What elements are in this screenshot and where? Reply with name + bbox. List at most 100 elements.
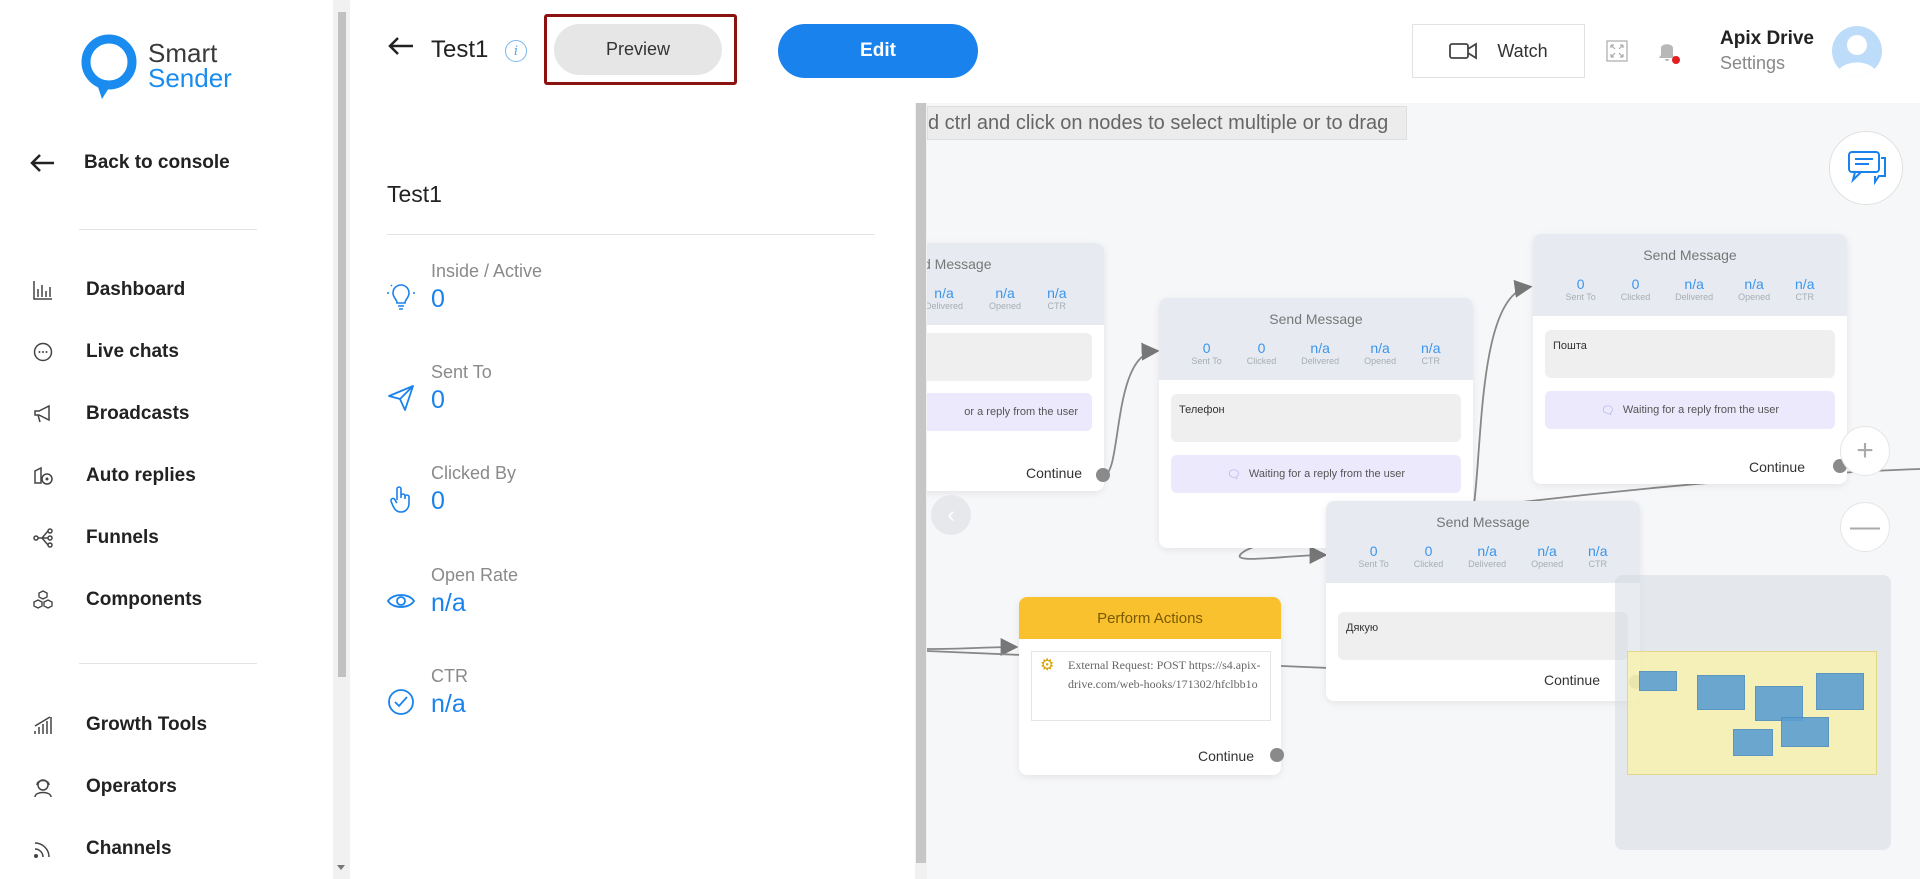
zoom-out-button[interactable]: — [1840,502,1890,552]
account-menu[interactable]: Apix Drive Settings [1720,26,1814,76]
sidebar-item-dashboard[interactable]: Dashboard [30,277,185,303]
megaphone-icon [30,401,56,427]
node-stat: n/a Opened [1738,276,1771,302]
node-continue-label: Continue [1543,672,1600,688]
node-title: Send Message [1533,234,1847,276]
node-stat: 0 Clicked [1413,543,1444,569]
send-message-node[interactable]: Send Message 0 Sent To 0 Clicked n/a Delive… [1326,501,1640,701]
info-icon[interactable]: i [505,40,527,62]
preview-button[interactable]: Preview [554,24,722,75]
flow-stats-panel: Test1 Inside / Active 0 Sent To 0 Clicke… [350,103,915,879]
sidebar-item-label: Operators [86,776,177,797]
cubes-icon [30,587,56,613]
sidebar-item-label: Live chats [86,341,179,362]
avatar[interactable] [1832,26,1882,76]
perform-actions-node[interactable]: Perform Actions ⚙ External Request: POST… [1019,597,1281,775]
notification-bell-icon[interactable] [1653,36,1683,66]
node-stat: n/a CTR [1795,276,1815,302]
auto-reply-icon [30,463,56,489]
node-continue-label: Continue [1197,748,1254,764]
arrow-left-icon [30,154,54,172]
smart-sender-logo[interactable]: Smart Sender [80,33,232,99]
growth-bars-icon [30,712,56,738]
sidebar-item-growth-tools[interactable]: Growth Tools [30,712,207,738]
external-request-text: ⚙ External Request: POST https://s4.apix… [1031,651,1271,721]
sidebar-item-live-chats[interactable]: Live chats [30,339,179,365]
back-to-console-link[interactable]: Back to console [30,152,230,174]
funnel-icon [30,525,56,551]
panel-scrollbar-thumb[interactable] [916,103,926,863]
node-output-port[interactable] [1270,748,1284,762]
node-continue-label: Continue [1748,459,1805,475]
zoom-in-button[interactable]: + [1840,426,1890,476]
minimap-node [1755,686,1803,721]
account-settings-link[interactable]: Settings [1720,51,1814,76]
sidebar-item-label: Channels [86,838,172,859]
node-message [927,333,1092,381]
node-message: Пошта [1545,330,1835,378]
node-stat: n/a CTR [1047,285,1067,311]
node-stat: n/a Opened [989,285,1022,311]
top-header: Test1 i Preview Edit Watch Apix Drive Se… [350,0,1920,103]
node-stat: n/a Delivered [1675,276,1714,302]
sidebar-item-label: Growth Tools [86,714,208,735]
node-message: Телефон [1171,394,1461,442]
sidebar-item-funnels[interactable]: Funnels [30,525,159,551]
node-title: Send Message [1326,501,1640,543]
edit-button[interactable]: Edit [778,24,978,78]
sidebar-item-channels[interactable]: Channels [30,836,172,862]
collapse-panel-chevron-icon[interactable]: ‹ [931,495,971,535]
node-stat: 0 Sent To [1191,340,1222,366]
back-arrow-icon[interactable] [388,36,414,56]
sidebar-item-label: Broadcasts [86,403,190,424]
node-message: Дякую [1338,612,1628,660]
node-stat: n/a Opened [1364,340,1397,366]
logo-icon [81,34,137,99]
sidebar-item-operators[interactable]: Operators [30,774,177,800]
sidebar-scrollbar-thumb[interactable] [338,12,346,677]
scroll-down-arrow-icon[interactable] [337,865,345,870]
node-title: Perform Actions [1019,597,1281,639]
chat-bubbles-icon: 🗨 [1600,404,1615,417]
chat-bubble-icon [30,339,56,365]
sidebar-item-broadcasts[interactable]: Broadcasts [30,401,190,427]
gear-icon: ⚙ [1040,657,1055,674]
sidebar: Smart Sender Back to console Dashboard L… [0,0,333,879]
sidebar-item-label: Funnels [86,527,159,548]
stat-label: CTR [431,666,468,686]
account-name: Apix Drive [1720,28,1814,49]
flow-canvas[interactable]: d ctrl and click on nodes to select mult… [927,103,1920,879]
node-output-port[interactable] [1096,468,1110,482]
chat-bubbles-icon: 🗨 [1226,468,1241,481]
video-camera-icon [1449,42,1478,60]
panel-title: Test1 [387,181,442,207]
sidebar-divider [79,229,257,230]
fullscreen-icon[interactable] [1606,40,1628,62]
sidebar-item-components[interactable]: Components [30,587,202,613]
stat-value: 0 [431,285,445,313]
watch-button[interactable]: Watch [1412,24,1585,78]
watch-label: Watch [1497,40,1548,61]
back-to-console-label: Back to console [84,152,230,173]
flow-title: Test1 [431,36,489,63]
sidebar-item-auto-replies[interactable]: Auto replies [30,463,196,489]
node-stat: 0 Clicked [1620,276,1651,302]
chat-support-icon[interactable] [1829,131,1903,205]
send-message-node[interactable]: Send Message 0 Sent To 0 Clicked n/a Delive… [1533,234,1847,484]
minimap[interactable] [1615,575,1891,850]
sidebar-divider [79,663,257,664]
minimap-node [1781,717,1829,747]
paper-plane-icon [387,384,415,412]
minimap-viewport[interactable] [1627,651,1877,775]
pointer-hand-icon [387,485,415,513]
dashboard-icon [30,277,56,303]
send-message-node[interactable]: d Message n/a Delivered n/a Opened n/a CTR … [927,243,1104,491]
stat-value: n/a [431,589,466,617]
minimap-node [1733,729,1773,756]
stat-label: Inside / Active [431,261,543,281]
minimap-node [1816,673,1864,710]
node-wait-status: 🗨 Waiting for a reply from the user [1545,391,1835,429]
minimap-node [1639,671,1677,691]
node-stat: n/a Delivered [927,285,964,311]
eye-icon [387,587,415,615]
